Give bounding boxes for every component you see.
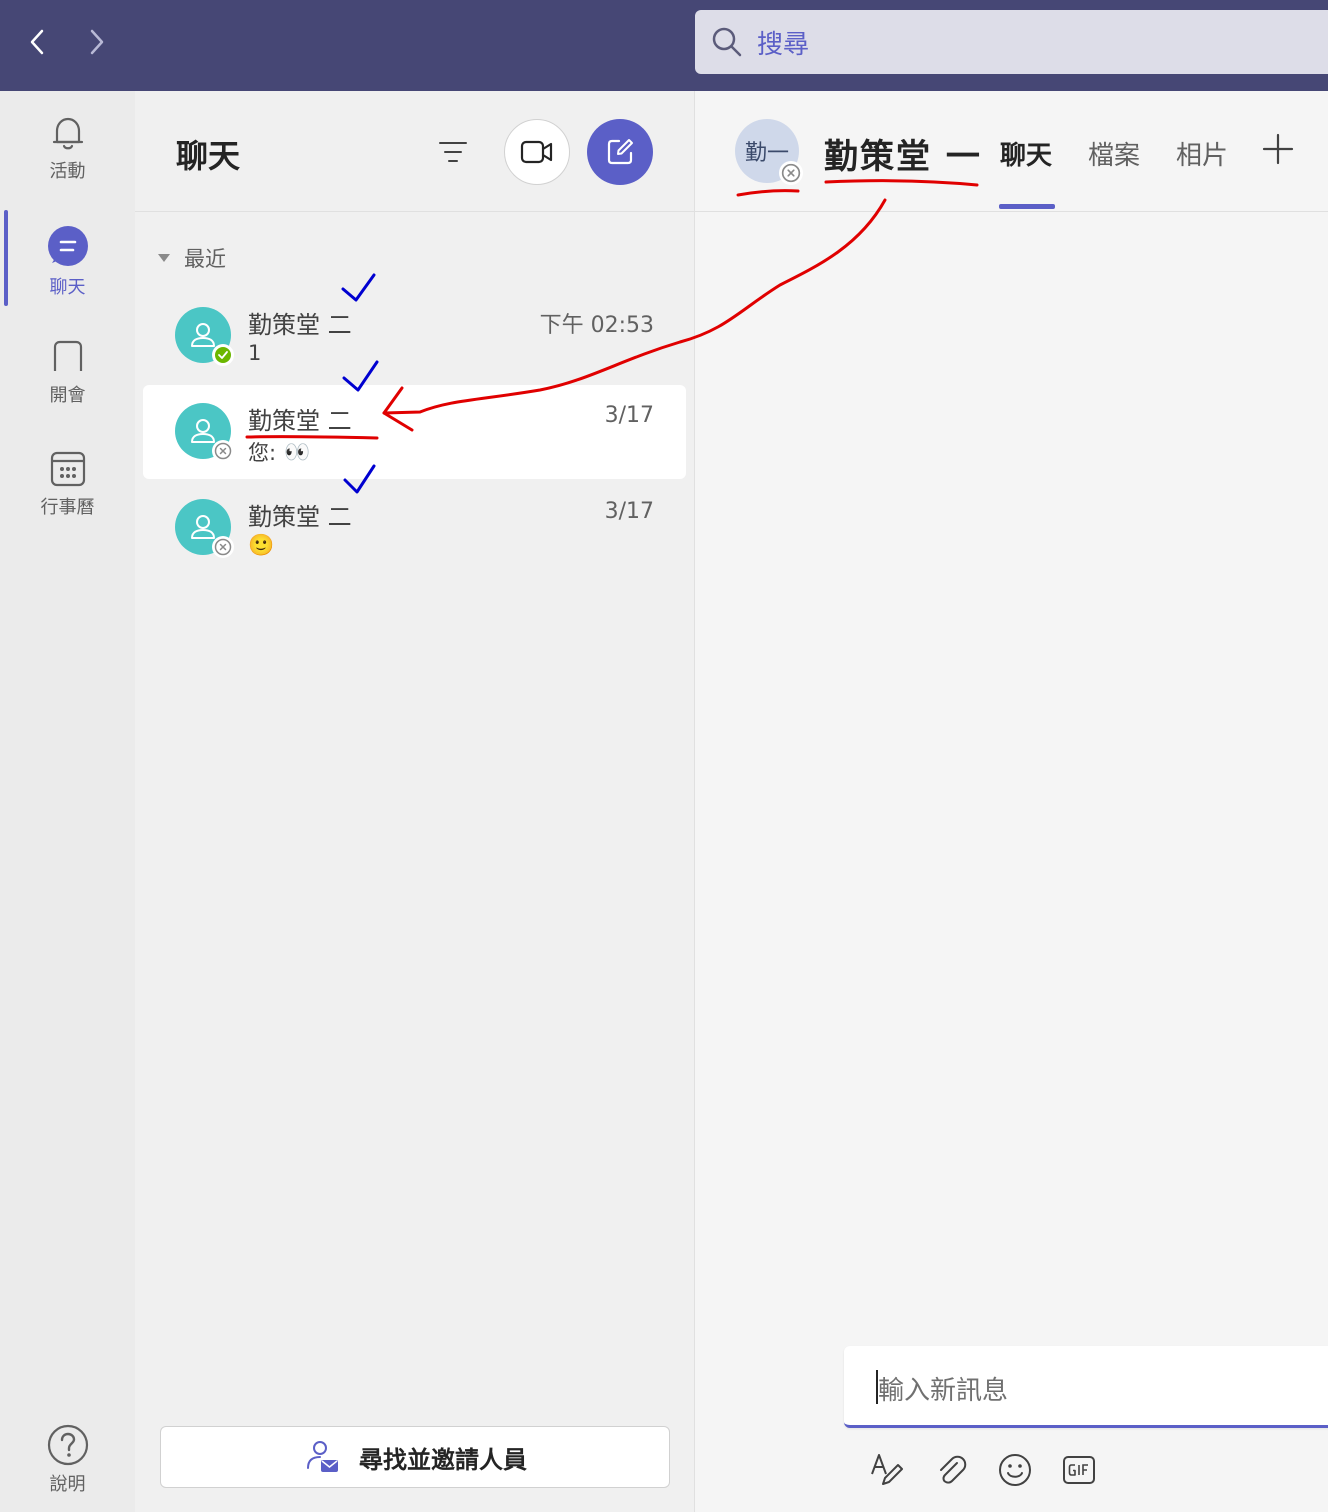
find-invite-people-button[interactable]: 尋找並邀請人員	[160, 1426, 670, 1488]
rail-label-activity: 活動	[49, 161, 86, 182]
chat-preview-prefix: 您:	[248, 441, 277, 465]
caret-down-icon	[158, 254, 170, 262]
rail-label-chat: 聊天	[49, 277, 86, 298]
search-box[interactable]: 搜尋	[695, 10, 1328, 74]
section-label-recent: 最近	[184, 247, 226, 271]
bell-icon	[52, 117, 83, 150]
back-button[interactable]	[18, 22, 58, 62]
gif-button[interactable]	[1047, 1446, 1111, 1494]
conversation-avatar[interactable]: 勤一	[735, 119, 803, 185]
emoji-button[interactable]	[983, 1446, 1047, 1494]
rail-item-meet[interactable]: 開會	[0, 337, 135, 407]
recent-section-toggle[interactable]: 最近	[157, 243, 226, 273]
chat-list-title: 聊天	[176, 137, 241, 175]
message-compose-box[interactable]: 輸入新訊息	[844, 1346, 1328, 1428]
chevron-right-icon	[90, 29, 104, 55]
forward-button[interactable]	[76, 22, 116, 62]
chat-list-item[interactable]: 勤策堂 二 下午 02:53 1	[143, 289, 686, 383]
rail-label-meet: 開會	[49, 385, 86, 406]
conversation-header: 勤一 勤策堂 一 聊天 檔案 相片	[695, 91, 1328, 212]
eyes-emoji: 👀	[284, 439, 311, 464]
rail-item-help[interactable]: 說明	[0, 1424, 135, 1496]
chat-preview: 🙂	[248, 533, 274, 558]
compose-icon	[607, 139, 633, 165]
filter-button[interactable]	[435, 134, 471, 170]
avatar	[175, 499, 234, 558]
tab-chat[interactable]: 聊天	[1000, 135, 1052, 172]
attach-button[interactable]	[919, 1446, 983, 1494]
search-placeholder: 搜尋	[757, 29, 810, 60]
plus-icon	[1262, 133, 1294, 165]
rail-label-calendar: 行事曆	[40, 497, 95, 518]
rail-item-chat[interactable]: 聊天	[0, 225, 135, 299]
chat-name: 勤策堂 二	[248, 407, 352, 435]
format-icon	[871, 1454, 903, 1485]
chat-icon	[47, 226, 88, 266]
presence-offline	[779, 161, 803, 185]
app-rail: 活動 聊天 開會 行事曆 說明	[0, 91, 135, 1512]
paperclip-icon	[940, 1455, 967, 1484]
format-button[interactable]	[855, 1446, 919, 1494]
compose-placeholder: 輸入新訊息	[878, 1376, 1009, 1406]
chevron-left-icon	[30, 29, 44, 55]
conversation-title: 勤策堂 一	[824, 137, 982, 177]
conversation-pane: 勤一 勤策堂 一 聊天 檔案 相片 輸入新訊息	[695, 91, 1328, 1512]
invite-label: 尋找並邀請人員	[359, 1445, 527, 1474]
chat-time: 3/17	[604, 403, 654, 428]
help-icon	[47, 1424, 88, 1466]
chat-preview-text: 1	[248, 341, 262, 365]
compose-toolbar	[855, 1446, 1111, 1494]
chat-list-panel: 聊天 最近 勤策堂 二 下午 02:53 1 勤策堂 二 3/17 您: 👀 勤…	[135, 91, 695, 1512]
calendar-icon	[50, 451, 85, 487]
chat-preview: 您: 👀	[248, 437, 310, 467]
presence-offline	[212, 440, 234, 462]
chat-list-item[interactable]: 勤策堂 二 3/17 🙂	[143, 481, 686, 575]
chat-time: 3/17	[604, 499, 654, 524]
search-icon	[712, 27, 742, 57]
smile-emoji: 🙂	[248, 533, 275, 557]
filter-icon	[439, 142, 467, 162]
new-chat-button[interactable]	[587, 119, 653, 185]
avatar	[175, 307, 234, 366]
tab-files[interactable]: 檔案	[1088, 135, 1140, 172]
add-tab-button[interactable]	[1260, 131, 1296, 171]
meet-now-button[interactable]	[504, 119, 570, 185]
video-camera-icon	[520, 140, 553, 164]
presence-offline	[212, 536, 234, 558]
offline-icon	[214, 538, 232, 556]
presence-available	[212, 344, 234, 366]
gif-icon	[1063, 1456, 1095, 1484]
chat-preview: 1	[248, 341, 261, 365]
chat-list-item-selected[interactable]: 勤策堂 二 3/17 您: 👀	[143, 385, 686, 479]
tab-photos[interactable]: 相片	[1176, 135, 1228, 172]
title-bar: 搜尋	[0, 0, 1328, 91]
available-check-icon	[215, 347, 231, 363]
rail-item-calendar[interactable]: 行事曆	[0, 449, 135, 519]
invite-person-icon	[307, 1441, 338, 1472]
chat-name: 勤策堂 二	[248, 503, 352, 531]
chat-name: 勤策堂 二	[248, 311, 352, 339]
offline-icon	[781, 163, 801, 183]
chat-time: 下午 02:53	[539, 313, 654, 338]
chat-list-header: 聊天	[135, 91, 695, 212]
meeting-icon	[53, 340, 82, 371]
avatar	[175, 403, 234, 462]
rail-label-help: 說明	[49, 1474, 86, 1495]
rail-item-activity[interactable]: 活動	[0, 113, 135, 183]
active-tab-underline	[999, 204, 1055, 209]
offline-icon	[214, 442, 232, 460]
emoji-icon	[999, 1454, 1031, 1486]
